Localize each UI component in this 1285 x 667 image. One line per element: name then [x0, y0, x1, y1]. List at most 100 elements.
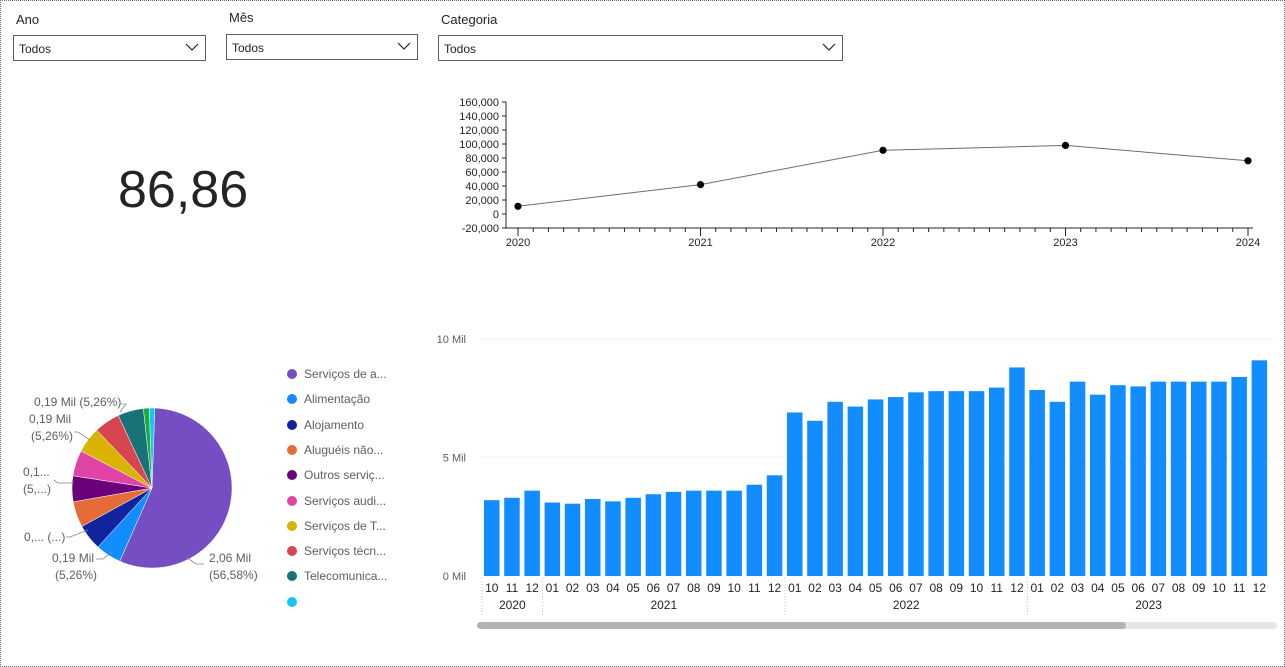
legend-label: Telecomunica...: [304, 569, 388, 584]
pie-data-label: 0,19 Mil: [29, 412, 71, 426]
bar[interactable]: [1069, 381, 1086, 576]
line-point[interactable]: [514, 202, 522, 210]
bar-x-tick-label: 10: [970, 581, 984, 595]
line-y-tick-label: 0: [493, 209, 499, 221]
bar[interactable]: [1009, 367, 1025, 576]
bar-x-tick-label: 02: [808, 581, 822, 595]
line-y-tick-label: 160,000: [459, 97, 499, 109]
legend-marker: [287, 596, 297, 607]
line-x-tick-label: 2020: [506, 237, 530, 249]
ano-dropdown[interactable]: Todos: [13, 35, 206, 61]
bar[interactable]: [1029, 389, 1045, 576]
bar[interactable]: [989, 387, 1005, 576]
bar-x-tick-label: 08: [1172, 581, 1186, 595]
bar[interactable]: [968, 391, 985, 576]
bar-y-tick-label: 10 Mil: [437, 334, 466, 346]
legend-label: Outros serviç...: [304, 468, 385, 483]
bar-x-tick-label: 11: [991, 581, 1004, 595]
bar[interactable]: [948, 391, 965, 576]
bar-x-tick-label: 10: [485, 581, 499, 595]
line-chart: 160,000 140,000 120,000 100,000 80,000 60,000…: [459, 97, 1260, 249]
bar[interactable]: [1191, 381, 1207, 576]
bar-x-tick-label: 03: [1071, 581, 1085, 595]
categoria-dropdown[interactable]: Todos: [438, 35, 843, 61]
bar[interactable]: [1150, 381, 1167, 576]
line-point[interactable]: [1061, 141, 1070, 149]
bar-x-tick-label: 06: [647, 581, 661, 595]
bar-x-tick-label: 03: [586, 581, 600, 595]
line-point[interactable]: [696, 181, 705, 189]
bar-x-tick-label: 11: [506, 581, 519, 595]
pie-chart: 2,06 Mil (56,58%) 0,19 Mil (5,26%) 0,... (..…: [23, 395, 258, 582]
bar[interactable]: [1090, 394, 1106, 576]
pie-data-label: 0,19 Mil (5,26%): [34, 395, 121, 409]
chevron-down-icon: [397, 42, 411, 50]
bar[interactable]: [645, 494, 662, 576]
bar-x-tick-label: 12: [1253, 581, 1267, 595]
bar[interactable]: [1211, 381, 1227, 576]
bar-x-tick-label: 07: [667, 581, 681, 595]
bar[interactable]: [1170, 381, 1187, 576]
line-y-tick-label: 120,000: [459, 125, 499, 137]
bar-x-tick-label: 01: [546, 581, 560, 595]
bar[interactable]: [888, 397, 904, 576]
legend-label: Alimentação: [304, 392, 371, 407]
pie-data-label: 2,06 Mil: [209, 551, 251, 565]
pie-data-label: 0,... (...): [24, 530, 65, 544]
bar[interactable]: [1130, 386, 1146, 576]
bar[interactable]: [524, 490, 540, 576]
legend-marker: [287, 495, 297, 506]
bar[interactable]: [867, 399, 884, 576]
bar-chart-scrollbar-thumb[interactable]: [477, 622, 1126, 629]
bar[interactable]: [928, 391, 944, 576]
bar[interactable]: [625, 497, 641, 576]
bar[interactable]: [706, 490, 722, 576]
bar-x-tick-label: 06: [889, 581, 903, 595]
bar-x-tick-label: 04: [606, 581, 620, 595]
bar-chart: 10 Mil 5 Mil 0 Mil 10 11 12 01 02 03 04 05 06 07 08 09…: [437, 334, 1278, 616]
line-x-tick-label: 2024: [1236, 237, 1260, 249]
bar-x-tick-label: 04: [1091, 581, 1105, 595]
bar[interactable]: [484, 500, 500, 576]
bar[interactable]: [544, 502, 561, 576]
bar-x-tick-label: 12: [525, 581, 539, 595]
line-y-tick-label: 40,000: [465, 181, 499, 193]
bar-x-tick-label: 12: [1010, 581, 1024, 595]
bar-x-tick-label: 09: [1192, 581, 1206, 595]
bar[interactable]: [908, 392, 924, 576]
bar-y-tick-label: 5 Mil: [443, 453, 466, 465]
bar-x-tick-label: 10: [727, 581, 741, 595]
bar-x-tick-label: 08: [687, 581, 701, 595]
bar[interactable]: [504, 497, 520, 576]
bar[interactable]: [585, 498, 601, 576]
bar[interactable]: [605, 501, 621, 576]
bar[interactable]: [827, 401, 843, 576]
bar[interactable]: [1110, 385, 1126, 576]
bar[interactable]: [564, 503, 581, 576]
bar[interactable]: [726, 490, 742, 576]
bar[interactable]: [1251, 360, 1268, 576]
pie-data-label: (5,26%): [31, 429, 73, 443]
bar[interactable]: [787, 412, 803, 576]
line-point[interactable]: [879, 146, 887, 154]
legend-label: Serviços técn...: [304, 544, 387, 559]
bar[interactable]: [746, 484, 763, 576]
line-x-tick-label: 2021: [688, 237, 712, 249]
bar[interactable]: [847, 406, 864, 576]
legend-marker: [287, 369, 297, 379]
bar[interactable]: [686, 490, 702, 576]
bar[interactable]: [1231, 376, 1247, 576]
pie-leader-line: [53, 479, 74, 484]
mes-dropdown[interactable]: Todos: [226, 34, 418, 60]
line-y-tick-label: 140,000: [459, 111, 499, 123]
legend-marker: [287, 419, 297, 430]
bar[interactable]: [1049, 401, 1066, 576]
line-point[interactable]: [1244, 157, 1252, 165]
chevron-down-icon: [185, 43, 199, 51]
bar[interactable]: [665, 491, 682, 576]
bar[interactable]: [766, 475, 783, 576]
legend-label: Aluguéis não...: [304, 442, 384, 457]
ano-dropdown-value: Todos: [19, 42, 52, 56]
legend-label: Serviços de a...: [304, 367, 387, 381]
bar[interactable]: [807, 420, 823, 576]
